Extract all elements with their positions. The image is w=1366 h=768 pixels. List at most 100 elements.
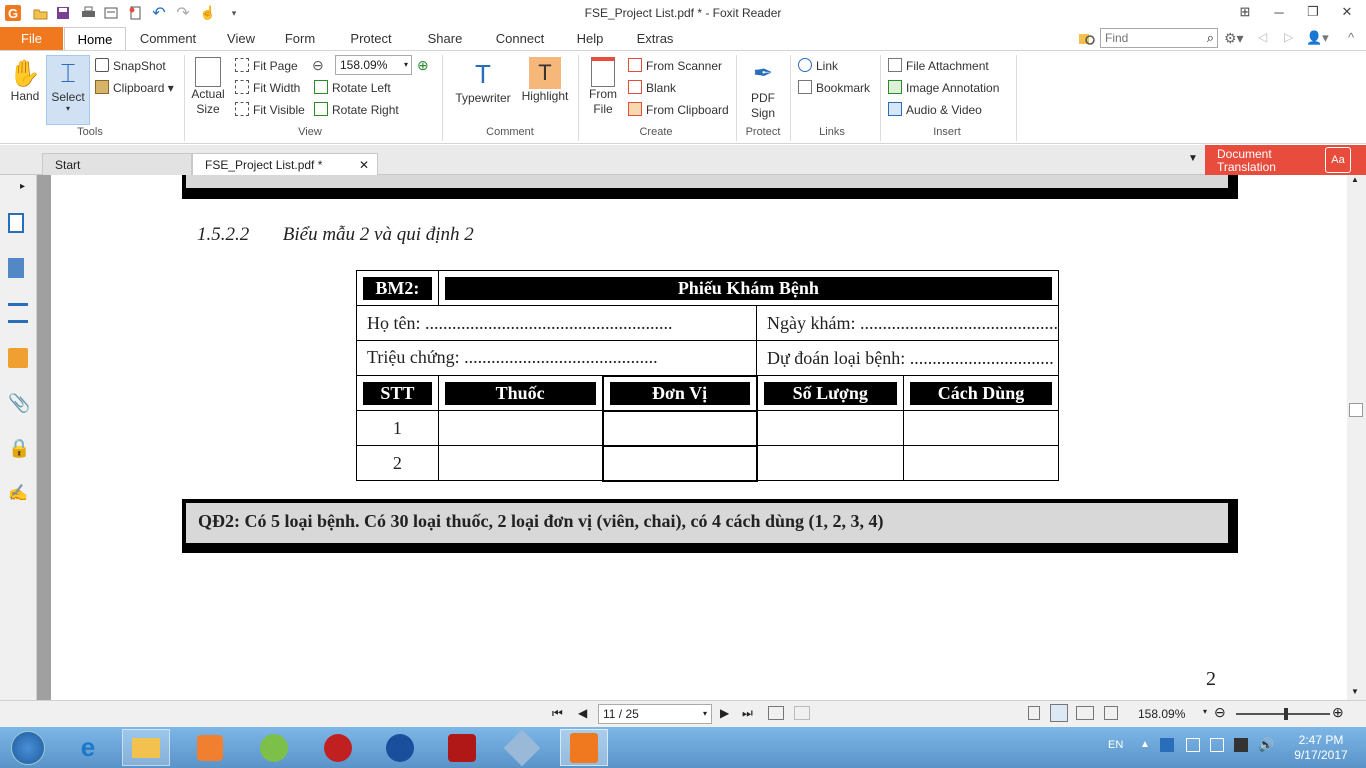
fit-page-button[interactable]: Fit Page xyxy=(235,57,298,75)
tab-list-dropdown-icon[interactable]: ▼ xyxy=(1188,153,1198,164)
vertical-scrollbar[interactable]: ▲ ▼ xyxy=(1347,175,1366,700)
tab-view[interactable]: View xyxy=(214,27,268,51)
highlight-button[interactable]: T Highlight xyxy=(518,57,572,104)
taskbar-app-garena[interactable] xyxy=(438,729,486,766)
bookmark-button[interactable]: Bookmark xyxy=(798,79,870,97)
taskbar-app-cube[interactable] xyxy=(498,729,546,766)
from-clipboard-button[interactable]: From Clipboard xyxy=(628,101,729,119)
taskbar-file-explorer[interactable] xyxy=(122,729,170,766)
zoom-out-status-icon[interactable]: ⊖ xyxy=(1214,704,1226,721)
collapse-ribbon-icon[interactable]: ^ xyxy=(1348,30,1354,45)
expand-panel-icon[interactable]: ▸ xyxy=(20,181,25,192)
page-number-select[interactable]: 11 / 25 ▾ xyxy=(598,704,712,724)
zoom-in-icon[interactable]: ⊕ xyxy=(417,57,429,74)
network-icon[interactable] xyxy=(1234,738,1248,752)
tab-file[interactable]: File xyxy=(0,27,63,51)
taskbar-internet-explorer[interactable]: e xyxy=(64,729,112,766)
hand-tool-button[interactable]: ✋ Hand xyxy=(6,57,44,104)
find-input[interactable] xyxy=(1101,29,1197,47)
user-account-icon[interactable]: 👤▾ xyxy=(1306,30,1329,46)
pages-panel-icon[interactable] xyxy=(8,258,24,278)
volume-icon[interactable]: 🔊 xyxy=(1258,737,1274,753)
zoom-select[interactable]: 158.09% ▾ xyxy=(335,55,412,75)
search-icon[interactable]: ⌕ xyxy=(1207,30,1214,46)
tab-extras[interactable]: Extras xyxy=(628,27,682,51)
rotate-left-button[interactable]: Rotate Left xyxy=(314,79,391,97)
bookmarks-panel-icon[interactable] xyxy=(8,213,24,233)
file-attachment-button[interactable]: File Attachment xyxy=(888,57,989,75)
fit-width-button[interactable]: Fit Width xyxy=(235,79,300,97)
tab-current-document[interactable]: FSE_Project List.pdf * ✕ xyxy=(192,153,378,175)
audio-video-button[interactable]: Audio & Video xyxy=(888,101,982,119)
taskbar-app-green[interactable] xyxy=(250,729,298,766)
next-page-icon[interactable]: ▶ xyxy=(720,706,729,720)
taskbar-foxit-reader[interactable] xyxy=(560,729,608,766)
tray-device-icon[interactable] xyxy=(1210,738,1224,752)
zoom-slider[interactable] xyxy=(1236,708,1330,720)
clipboard-button[interactable]: Clipboard ▾ xyxy=(95,79,174,97)
fit-visible-button[interactable]: Fit Visible xyxy=(235,101,305,119)
tab-share[interactable]: Share xyxy=(418,27,472,51)
next-view-icon[interactable] xyxy=(794,706,810,720)
nav-forward-icon[interactable]: ▷ xyxy=(1284,30,1293,44)
scroll-thumb[interactable] xyxy=(1349,403,1363,417)
tray-app-icon[interactable] xyxy=(1160,738,1174,752)
attachments-panel-icon[interactable]: 📎 xyxy=(8,393,30,413)
tab-comment[interactable]: Comment xyxy=(130,27,206,51)
last-page-icon[interactable]: ⏭ xyxy=(742,706,753,721)
continuous-facing-icon[interactable] xyxy=(1104,706,1118,720)
tab-protect[interactable]: Protect xyxy=(340,27,402,51)
blank-button[interactable]: Blank xyxy=(628,79,676,97)
previous-view-icon[interactable] xyxy=(768,706,784,720)
zoom-out-icon[interactable]: ⊖ xyxy=(312,57,324,74)
settings-gear-icon[interactable]: ⚙▾ xyxy=(1224,30,1244,47)
select-tool-button[interactable]: ⌶ Select ▾ xyxy=(46,55,90,125)
link-button[interactable]: Link xyxy=(798,57,838,75)
zoom-level-status[interactable]: 158.09% xyxy=(1138,707,1185,721)
tab-help[interactable]: Help xyxy=(568,27,612,51)
show-hidden-icons[interactable]: ▲ xyxy=(1140,739,1150,750)
first-page-icon[interactable]: ⏮ xyxy=(552,706,563,721)
document-translation-button[interactable]: Document Translation Aa xyxy=(1205,145,1366,175)
taskbar-media-player[interactable] xyxy=(186,729,234,766)
nav-back-icon[interactable]: ◁ xyxy=(1258,30,1267,44)
zoom-in-status-icon[interactable]: ⊕ xyxy=(1332,704,1344,721)
snapshot-button[interactable]: SnapShot xyxy=(95,57,166,75)
find-field[interactable]: ⌕ xyxy=(1100,28,1218,48)
minimize-button[interactable]: ─ xyxy=(1262,0,1296,24)
layers-panel-icon[interactable] xyxy=(8,303,28,323)
close-button[interactable]: ✕ xyxy=(1330,0,1364,24)
tab-connect[interactable]: Connect xyxy=(488,27,552,51)
zoom-slider-thumb[interactable] xyxy=(1284,708,1288,720)
security-lock-icon[interactable]: 🔒 xyxy=(8,438,30,458)
comments-panel-icon[interactable] xyxy=(8,348,28,368)
tab-home[interactable]: Home xyxy=(64,27,126,52)
zoom-status-dropdown-icon[interactable]: ▾ xyxy=(1203,707,1207,716)
tab-form[interactable]: Form xyxy=(274,27,326,51)
facing-page-icon[interactable] xyxy=(1076,706,1094,720)
taskbar-app-red[interactable] xyxy=(314,729,362,766)
maximize-button[interactable]: ❐ xyxy=(1296,0,1330,24)
from-file-button[interactable]: From File xyxy=(584,57,622,117)
single-page-icon[interactable] xyxy=(1028,706,1040,720)
scroll-up-icon[interactable]: ▲ xyxy=(1351,175,1359,184)
start-button[interactable] xyxy=(2,729,54,766)
tab-start[interactable]: Start xyxy=(42,153,192,175)
continuous-page-icon[interactable] xyxy=(1050,704,1068,722)
rotate-right-button[interactable]: Rotate Right xyxy=(314,101,399,119)
signature-panel-icon[interactable]: ✍ xyxy=(8,483,28,503)
language-indicator[interactable]: EN xyxy=(1108,739,1123,751)
from-scanner-button[interactable]: From Scanner xyxy=(628,57,722,75)
tray-flag-icon[interactable] xyxy=(1186,738,1200,752)
restore-ribbon-icon[interactable]: ⊞ xyxy=(1228,0,1262,24)
typewriter-button[interactable]: T Typewriter xyxy=(450,57,516,106)
scroll-down-icon[interactable]: ▼ xyxy=(1351,687,1359,696)
close-tab-icon[interactable]: ✕ xyxy=(359,154,369,176)
taskbar-app-blue[interactable] xyxy=(376,729,424,766)
actual-size-button[interactable]: Actual Size xyxy=(188,57,228,117)
clock[interactable]: 2:47 PM 9/17/2017 xyxy=(1286,733,1356,763)
pdf-sign-button[interactable]: ✒ PDF Sign xyxy=(742,57,784,121)
previous-page-icon[interactable]: ◀ xyxy=(578,706,587,720)
find-options-icon[interactable] xyxy=(1078,31,1096,47)
image-annotation-button[interactable]: Image Annotation xyxy=(888,79,999,97)
